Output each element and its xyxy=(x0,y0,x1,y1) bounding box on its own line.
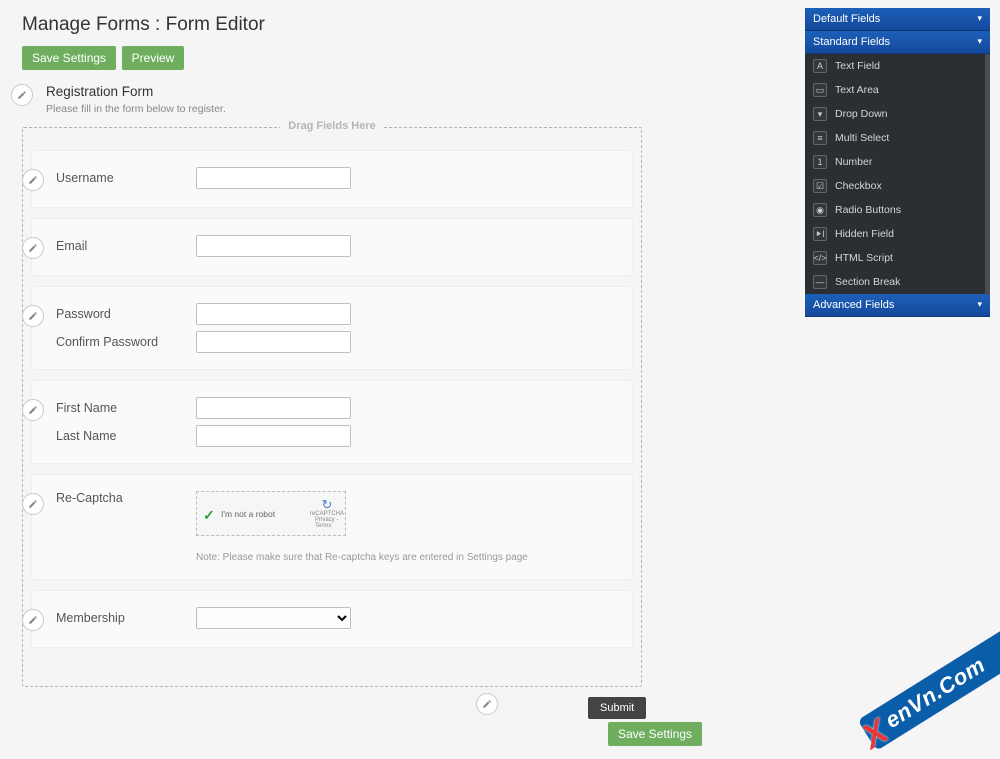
drag-fields-zone[interactable]: Drag Fields Here Username Email Password… xyxy=(22,127,642,687)
edit-form-header-button[interactable] xyxy=(11,84,33,106)
field-card-name[interactable]: First Name Last Name xyxy=(31,380,633,464)
pencil-icon xyxy=(28,405,38,415)
edit-field-button[interactable] xyxy=(22,493,44,515)
field-label: Last Name xyxy=(56,429,196,443)
edit-field-button[interactable] xyxy=(22,169,44,191)
field-type-icon: ⯈І xyxy=(813,227,827,241)
panel-label: Standard Fields xyxy=(813,36,890,48)
fields-sidebar: Default Fields ▾ Standard Fields ▾ A Text… xyxy=(805,8,990,317)
panel-advanced-fields[interactable]: Advanced Fields ▾ xyxy=(805,294,990,317)
sidebar-field-item[interactable]: ▭ Text Area xyxy=(805,78,990,102)
recaptcha-icon: ↻ xyxy=(322,498,333,511)
panel-standard-fields[interactable]: Standard Fields ▾ xyxy=(805,31,990,54)
first-name-input[interactable] xyxy=(196,397,351,419)
sidebar-field-label: Multi Select xyxy=(835,132,889,144)
edit-field-button[interactable] xyxy=(22,305,44,327)
panel-default-fields[interactable]: Default Fields ▾ xyxy=(805,8,990,31)
recaptcha-note: Note: Please make sure that Re-captcha k… xyxy=(196,552,612,563)
field-label: Re-Captcha xyxy=(56,491,196,505)
sidebar-field-item[interactable]: ≡ Multi Select xyxy=(805,126,990,150)
pencil-icon xyxy=(482,699,492,709)
field-label: First Name xyxy=(56,401,196,415)
sidebar-field-label: Section Break xyxy=(835,276,900,288)
field-type-icon: ▾ xyxy=(813,107,827,121)
chevron-down-icon: ▾ xyxy=(977,13,982,24)
edit-field-button[interactable] xyxy=(22,609,44,631)
check-icon: ✓ xyxy=(203,507,217,521)
pencil-icon xyxy=(28,175,38,185)
email-input[interactable] xyxy=(196,235,351,257)
field-card-email[interactable]: Email xyxy=(31,218,633,276)
edit-field-button[interactable] xyxy=(22,237,44,259)
sidebar-field-label: Radio Buttons xyxy=(835,204,901,216)
drag-zone-label: Drag Fields Here xyxy=(280,120,383,132)
sidebar-field-label: Drop Down xyxy=(835,108,888,120)
standard-fields-list: A Text Field ▭ Text Area ▾ Drop Down ≡ Multi Se… xyxy=(805,54,990,294)
username-input[interactable] xyxy=(196,167,351,189)
field-label: Password xyxy=(56,307,196,321)
field-label: Confirm Password xyxy=(56,335,196,349)
pencil-icon xyxy=(17,90,27,100)
recaptcha-logo: ↻ reCAPTCHA Privacy - Terms xyxy=(315,502,339,526)
sidebar-field-item[interactable]: ⯈І Hidden Field xyxy=(805,222,990,246)
sidebar-field-item[interactable]: A Text Field xyxy=(805,54,990,78)
field-card-password[interactable]: Password Confirm Password xyxy=(31,286,633,370)
sidebar-field-label: Text Area xyxy=(835,84,879,96)
sidebar-field-item[interactable]: ☑ Checkbox xyxy=(805,174,990,198)
watermark: X enVn.Com xyxy=(858,621,1000,751)
pencil-icon xyxy=(28,499,38,509)
field-card-username[interactable]: Username xyxy=(31,150,633,208)
sidebar-field-label: Number xyxy=(835,156,872,168)
field-card-membership[interactable]: Membership xyxy=(31,590,633,648)
sidebar-field-item[interactable]: ▾ Drop Down xyxy=(805,102,990,126)
sidebar-field-item[interactable]: 1 Number xyxy=(805,150,990,174)
sidebar-field-label: Hidden Field xyxy=(835,228,894,240)
preview-button[interactable]: Preview xyxy=(122,46,185,70)
save-settings-button[interactable]: Save Settings xyxy=(22,46,116,70)
sidebar-field-label: Text Field xyxy=(835,60,880,72)
submit-button[interactable]: Submit xyxy=(588,697,646,719)
recaptcha-widget[interactable]: ✓ I'm not a robot ↻ reCAPTCHA Privacy - … xyxy=(196,491,346,536)
pencil-icon xyxy=(28,243,38,253)
pencil-icon xyxy=(28,615,38,625)
edit-field-button[interactable] xyxy=(22,399,44,421)
pencil-icon xyxy=(28,311,38,321)
field-label: Membership xyxy=(56,611,196,625)
membership-select[interactable] xyxy=(196,607,351,629)
chevron-down-icon: ▾ xyxy=(977,299,982,310)
panel-label: Advanced Fields xyxy=(813,299,894,311)
field-type-icon: ◉ xyxy=(813,203,827,217)
field-type-icon: ▭ xyxy=(813,83,827,97)
sidebar-field-label: HTML Script xyxy=(835,252,893,264)
panel-label: Default Fields xyxy=(813,13,880,25)
sidebar-field-item[interactable]: ◉ Radio Buttons xyxy=(805,198,990,222)
password-input[interactable] xyxy=(196,303,351,325)
sidebar-field-item[interactable]: — Section Break xyxy=(805,270,990,294)
field-type-icon: ≡ xyxy=(813,131,827,145)
field-label: Email xyxy=(56,239,196,253)
chevron-down-icon: ▾ xyxy=(977,36,982,47)
field-type-icon: 1 xyxy=(813,155,827,169)
field-label: Username xyxy=(56,171,196,185)
field-card-recaptcha[interactable]: Re-Captcha ✓ I'm not a robot ↻ reCAPTCHA… xyxy=(31,474,633,580)
edit-submit-button[interactable] xyxy=(476,693,498,715)
last-name-input[interactable] xyxy=(196,425,351,447)
confirm-password-input[interactable] xyxy=(196,331,351,353)
field-type-icon: — xyxy=(813,275,827,289)
recaptcha-text: I'm not a robot xyxy=(221,509,315,519)
field-type-icon: </> xyxy=(813,251,827,265)
save-settings-bottom-button[interactable]: Save Settings xyxy=(608,722,702,746)
sidebar-field-item[interactable]: </> HTML Script xyxy=(805,246,990,270)
field-type-icon: A xyxy=(813,59,827,73)
field-type-icon: ☑ xyxy=(813,179,827,193)
sidebar-field-label: Checkbox xyxy=(835,180,882,192)
